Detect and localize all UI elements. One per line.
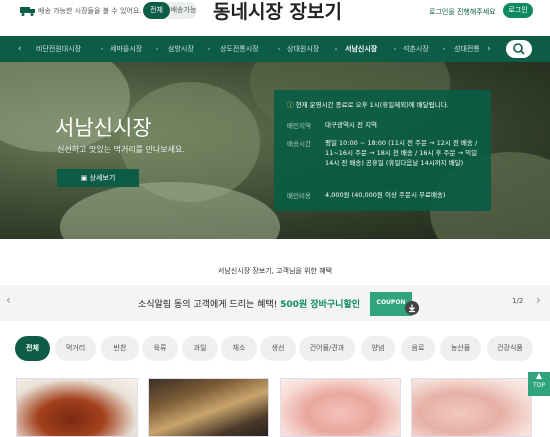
- info-value: 대구광역시 전 지역: [325, 121, 377, 129]
- nav-item-seonamsin[interactable]: 서남신시장: [345, 36, 377, 62]
- category-chip[interactable]: 생선: [260, 336, 296, 361]
- search-button[interactable]: [506, 40, 532, 58]
- chevron-left-icon[interactable]: ‹: [6, 293, 11, 307]
- promo-highlight: 500원 장바구니할인: [280, 300, 361, 310]
- market-title: 서남신시장: [55, 116, 152, 140]
- nav-item-seokchon[interactable]: 석촌시장: [403, 36, 429, 62]
- chevron-right-icon[interactable]: ›: [536, 293, 541, 307]
- site-title[interactable]: 동네시장 장보기: [213, 0, 342, 24]
- market-hero: 서남신시장 신선하고 맛있는 먹거리를 만나보세요. ▣ 상세보기 ⓘ 현재 운…: [0, 62, 550, 239]
- category-chip[interactable]: 채소: [221, 336, 257, 361]
- category-chip[interactable]: 반찬: [101, 336, 139, 361]
- category-chip[interactable]: 양념: [361, 336, 395, 361]
- info-value: 평일 10:00 ~ 18:00 (11시 전 주문 → 12시 전 배송 / …: [325, 139, 478, 167]
- info-key: 배민비용: [287, 192, 311, 200]
- download-icon[interactable]: [405, 301, 419, 315]
- nav-item-seongdae[interactable]: 성대전통: [454, 36, 480, 62]
- login-button[interactable]: 로그인: [503, 3, 533, 18]
- product-image[interactable]: [148, 378, 269, 437]
- nav-separator: [101, 48, 103, 50]
- product-image[interactable]: [411, 378, 532, 437]
- market-subtitle: 신선하고 맛있는 먹거리를 만나보세요.: [57, 145, 185, 154]
- product-image[interactable]: [16, 378, 138, 437]
- chevron-right-icon[interactable]: ›: [487, 36, 491, 62]
- nav-separator: [443, 48, 445, 50]
- category-chip[interactable]: 육류: [142, 336, 178, 361]
- category-chip[interactable]: 음료: [401, 336, 435, 361]
- info-value: 4,000원 (40,000원 이상 주문시 무료배송): [325, 191, 446, 199]
- detail-button-label: 상세보기: [89, 174, 116, 182]
- info-key: 배송시간: [287, 140, 311, 148]
- category-chip[interactable]: 먹거리: [55, 336, 96, 361]
- product-image[interactable]: [280, 378, 401, 437]
- top-bar: 배송 가능한 시장들을 볼 수 있어요. 전체 배송가능 동네시장 장보기 로그…: [0, 0, 550, 36]
- chevron-left-icon[interactable]: ‹: [18, 36, 22, 62]
- nav-item-sangdo[interactable]: 상도전통시장: [220, 36, 259, 62]
- nav-separator: [335, 48, 337, 50]
- hero-background: [60, 182, 280, 239]
- search-icon: [513, 43, 525, 55]
- category-chip-all[interactable]: 전체: [15, 336, 50, 361]
- category-chip[interactable]: 과일: [182, 336, 218, 361]
- market-filter-toggle: 전체 배송가능: [143, 2, 197, 19]
- nav-separator: [208, 48, 210, 50]
- info-icon: ⓘ: [287, 101, 294, 109]
- arrow-up-icon: ▲: [535, 371, 543, 380]
- promo-prefix: 소식알림 동의 고객에게 드리는 혜택!: [138, 300, 278, 310]
- promo-banner: ‹ 소식알림 동의 고객에게 드리는 혜택! 500원 장바구니할인 COUPO…: [0, 285, 550, 321]
- info-key: 배민지역: [287, 122, 311, 130]
- nav-separator: [278, 48, 280, 50]
- category-chip[interactable]: 농산물: [440, 336, 481, 361]
- store-icon: ▣: [80, 174, 88, 182]
- nav-item-sambang[interactable]: 삼방시장: [168, 36, 194, 62]
- operating-notice: ⓘ 현재 운영시간 종료로 오후 1시(휴일제외)에 배달됩니다.: [287, 99, 449, 109]
- login-note: 로그인을 진행해주세요: [429, 8, 496, 16]
- notice-text: 현재 운영시간 종료로 오후 1시(휴일제외)에 배달됩니다.: [295, 101, 449, 109]
- banner-pager: 1/2: [512, 297, 524, 305]
- scroll-top-button[interactable]: ▲ TOP: [528, 371, 550, 396]
- nav-separator: [394, 48, 396, 50]
- benefit-caption: 서남신시장 장보기, 고객님을 위한 혜택: [217, 267, 333, 275]
- nav-item-sangdaewon[interactable]: 상대원시장: [287, 36, 319, 62]
- promo-text: 소식알림 동의 고객에게 드리는 혜택! 500원 장바구니할인: [138, 297, 360, 310]
- market-nav: ‹ 비단전원대시장 세마을시장 삼방시장 상도전통시장 상대원시장 서남신시장 …: [0, 36, 550, 62]
- category-chip[interactable]: 건강식품: [487, 336, 533, 361]
- delivery-note: 배송 가능한 시장들을 볼 수 있어요.: [38, 7, 142, 15]
- toggle-all[interactable]: 전체: [143, 2, 170, 19]
- toggle-delivery[interactable]: 배송가능: [170, 2, 197, 19]
- nav-item-bidan[interactable]: 비단전원대시장: [36, 36, 81, 62]
- truck-icon: [20, 7, 35, 16]
- detail-button[interactable]: ▣ 상세보기: [57, 169, 139, 187]
- category-chip[interactable]: 건어물/견과: [299, 336, 355, 361]
- nav-item-semaeul[interactable]: 세마을시장: [110, 36, 142, 62]
- market-info-box: ⓘ 현재 운영시간 종료로 오후 1시(휴일제외)에 배달됩니다. 배민지역 대…: [274, 90, 491, 211]
- nav-separator: [156, 48, 158, 50]
